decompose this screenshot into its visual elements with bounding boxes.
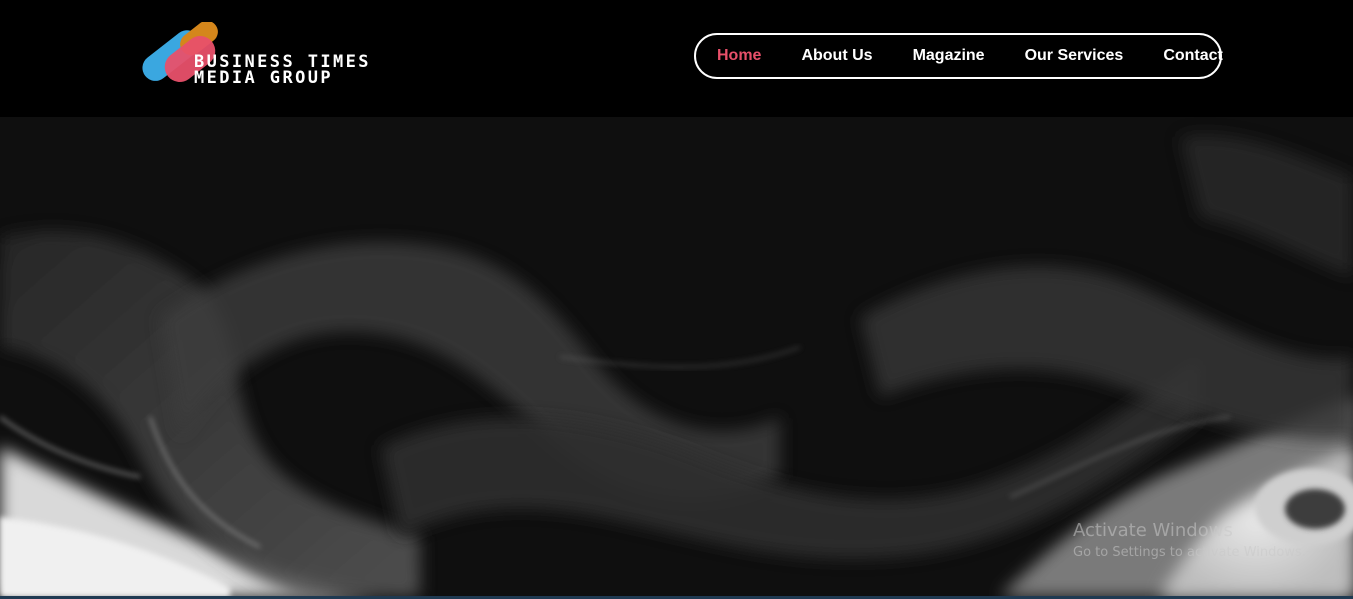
brand-logo[interactable]: BUSINESS TIMES MEDIA GROUP	[140, 22, 410, 92]
nav-home[interactable]: Home	[717, 47, 761, 65]
watermark-title: Activate Windows	[1073, 520, 1233, 541]
brand-line-2: MEDIA GROUP	[194, 68, 333, 88]
watermark-subtitle: Go to Settings to activate Windows.	[1073, 545, 1306, 560]
brand-wordmark: BUSINESS TIMES MEDIA GROUP	[194, 54, 371, 88]
main-nav: Home About Us Magazine Our Services Cont…	[694, 33, 1223, 79]
site-header: BUSINESS TIMES MEDIA GROUP Home About Us…	[0, 0, 1353, 117]
nav-our-services[interactable]: Our Services	[1025, 47, 1124, 65]
nav-about-us[interactable]: About Us	[801, 47, 872, 65]
nav-contact[interactable]: Contact	[1163, 47, 1223, 65]
windows-activation-watermark: Activate Windows Go to Settings to activ…	[1073, 520, 1306, 560]
nav-magazine[interactable]: Magazine	[913, 47, 985, 65]
